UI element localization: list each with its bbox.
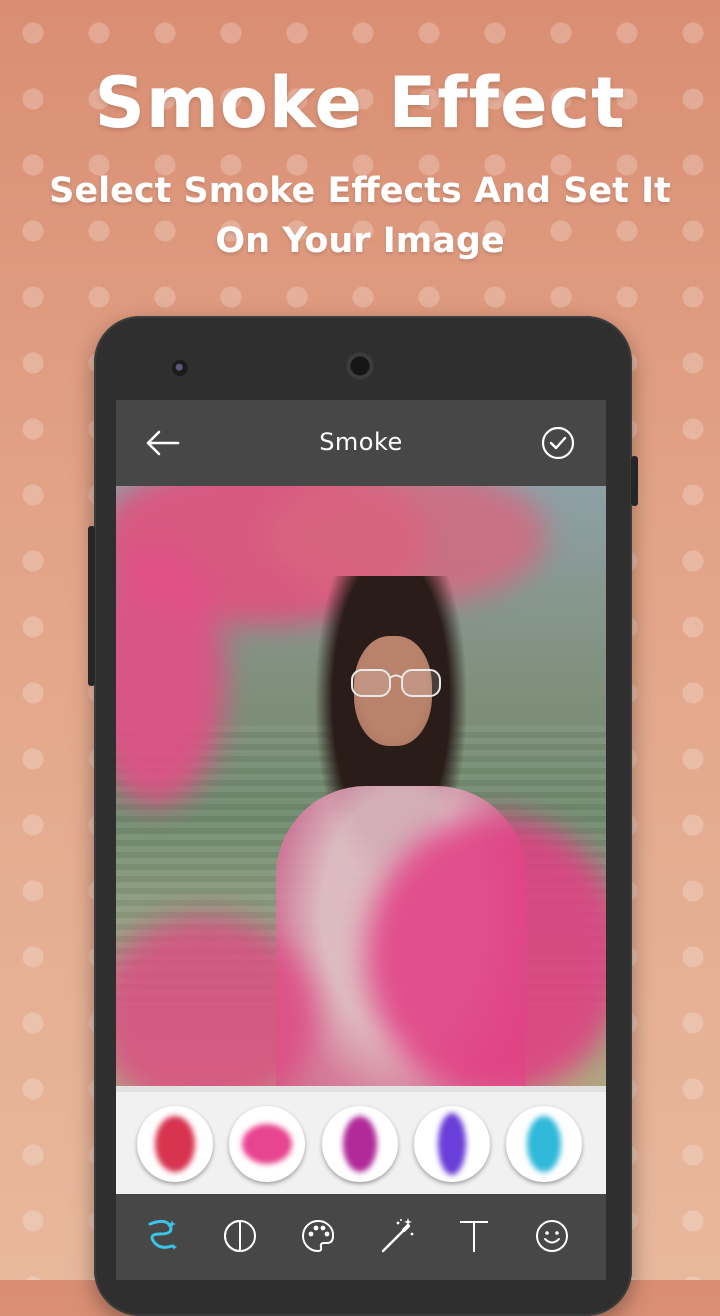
filter-tool[interactable] <box>218 1214 262 1258</box>
effect-tool[interactable] <box>374 1214 418 1258</box>
palette-icon <box>302 1219 335 1253</box>
smoke-swatch <box>343 1116 377 1172</box>
smoke-swatch <box>242 1124 292 1164</box>
top-toolbar: Smoke <box>116 400 606 486</box>
smoke-effect-thumb-3[interactable] <box>322 1106 398 1182</box>
half-circle-icon <box>224 1219 256 1253</box>
app-screen: Smoke <box>116 400 606 1280</box>
text-icon <box>460 1221 488 1252</box>
smoke-swatch <box>155 1116 195 1172</box>
phone-frame: Smoke <box>88 316 638 1316</box>
smoke-effect-thumb-2[interactable] <box>229 1106 305 1182</box>
text-tool[interactable] <box>452 1214 496 1258</box>
edited-photo[interactable] <box>116 486 606 1086</box>
smiley-icon <box>536 1220 568 1252</box>
color-tool[interactable] <box>296 1214 340 1258</box>
phone-side-button <box>631 456 638 506</box>
smoke-swatch <box>527 1116 561 1172</box>
glasses-icon <box>351 669 441 697</box>
smoke-effect-thumb-5[interactable] <box>506 1106 582 1182</box>
phone-side-button <box>88 526 95 686</box>
phone-speaker <box>346 352 374 380</box>
magic-wand-icon <box>381 1218 414 1253</box>
smoke-effect-thumb-1[interactable] <box>137 1106 213 1182</box>
smoke-swatch <box>438 1113 466 1175</box>
promo-headline: Smoke Effect <box>94 62 626 144</box>
promo-subline: Select Smoke Effects And Set It On Your … <box>49 171 671 261</box>
sticker-tool[interactable] <box>530 1214 574 1258</box>
smoke-effect-palette <box>116 1086 606 1200</box>
bottom-toolbar <box>116 1194 606 1280</box>
smoke-effect-thumb-4[interactable] <box>414 1106 490 1182</box>
front-camera <box>172 360 188 376</box>
smoke-icon <box>148 1219 177 1250</box>
screen-title: Smoke <box>319 428 403 456</box>
smoke-tool[interactable] <box>140 1214 184 1258</box>
check-circle-icon[interactable] <box>536 421 580 465</box>
